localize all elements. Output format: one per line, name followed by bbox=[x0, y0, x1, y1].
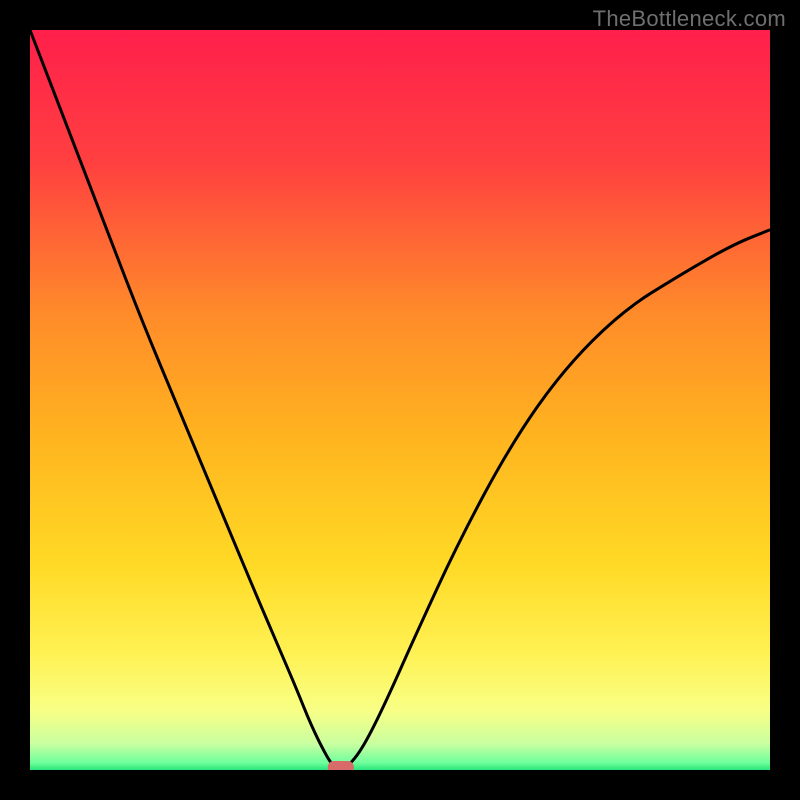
gradient-background bbox=[30, 30, 770, 770]
watermark-text: TheBottleneck.com bbox=[593, 6, 786, 32]
optimum-marker bbox=[328, 761, 354, 770]
chart-svg bbox=[30, 30, 770, 770]
chart-frame: TheBottleneck.com bbox=[0, 0, 800, 800]
plot-area bbox=[30, 30, 770, 770]
